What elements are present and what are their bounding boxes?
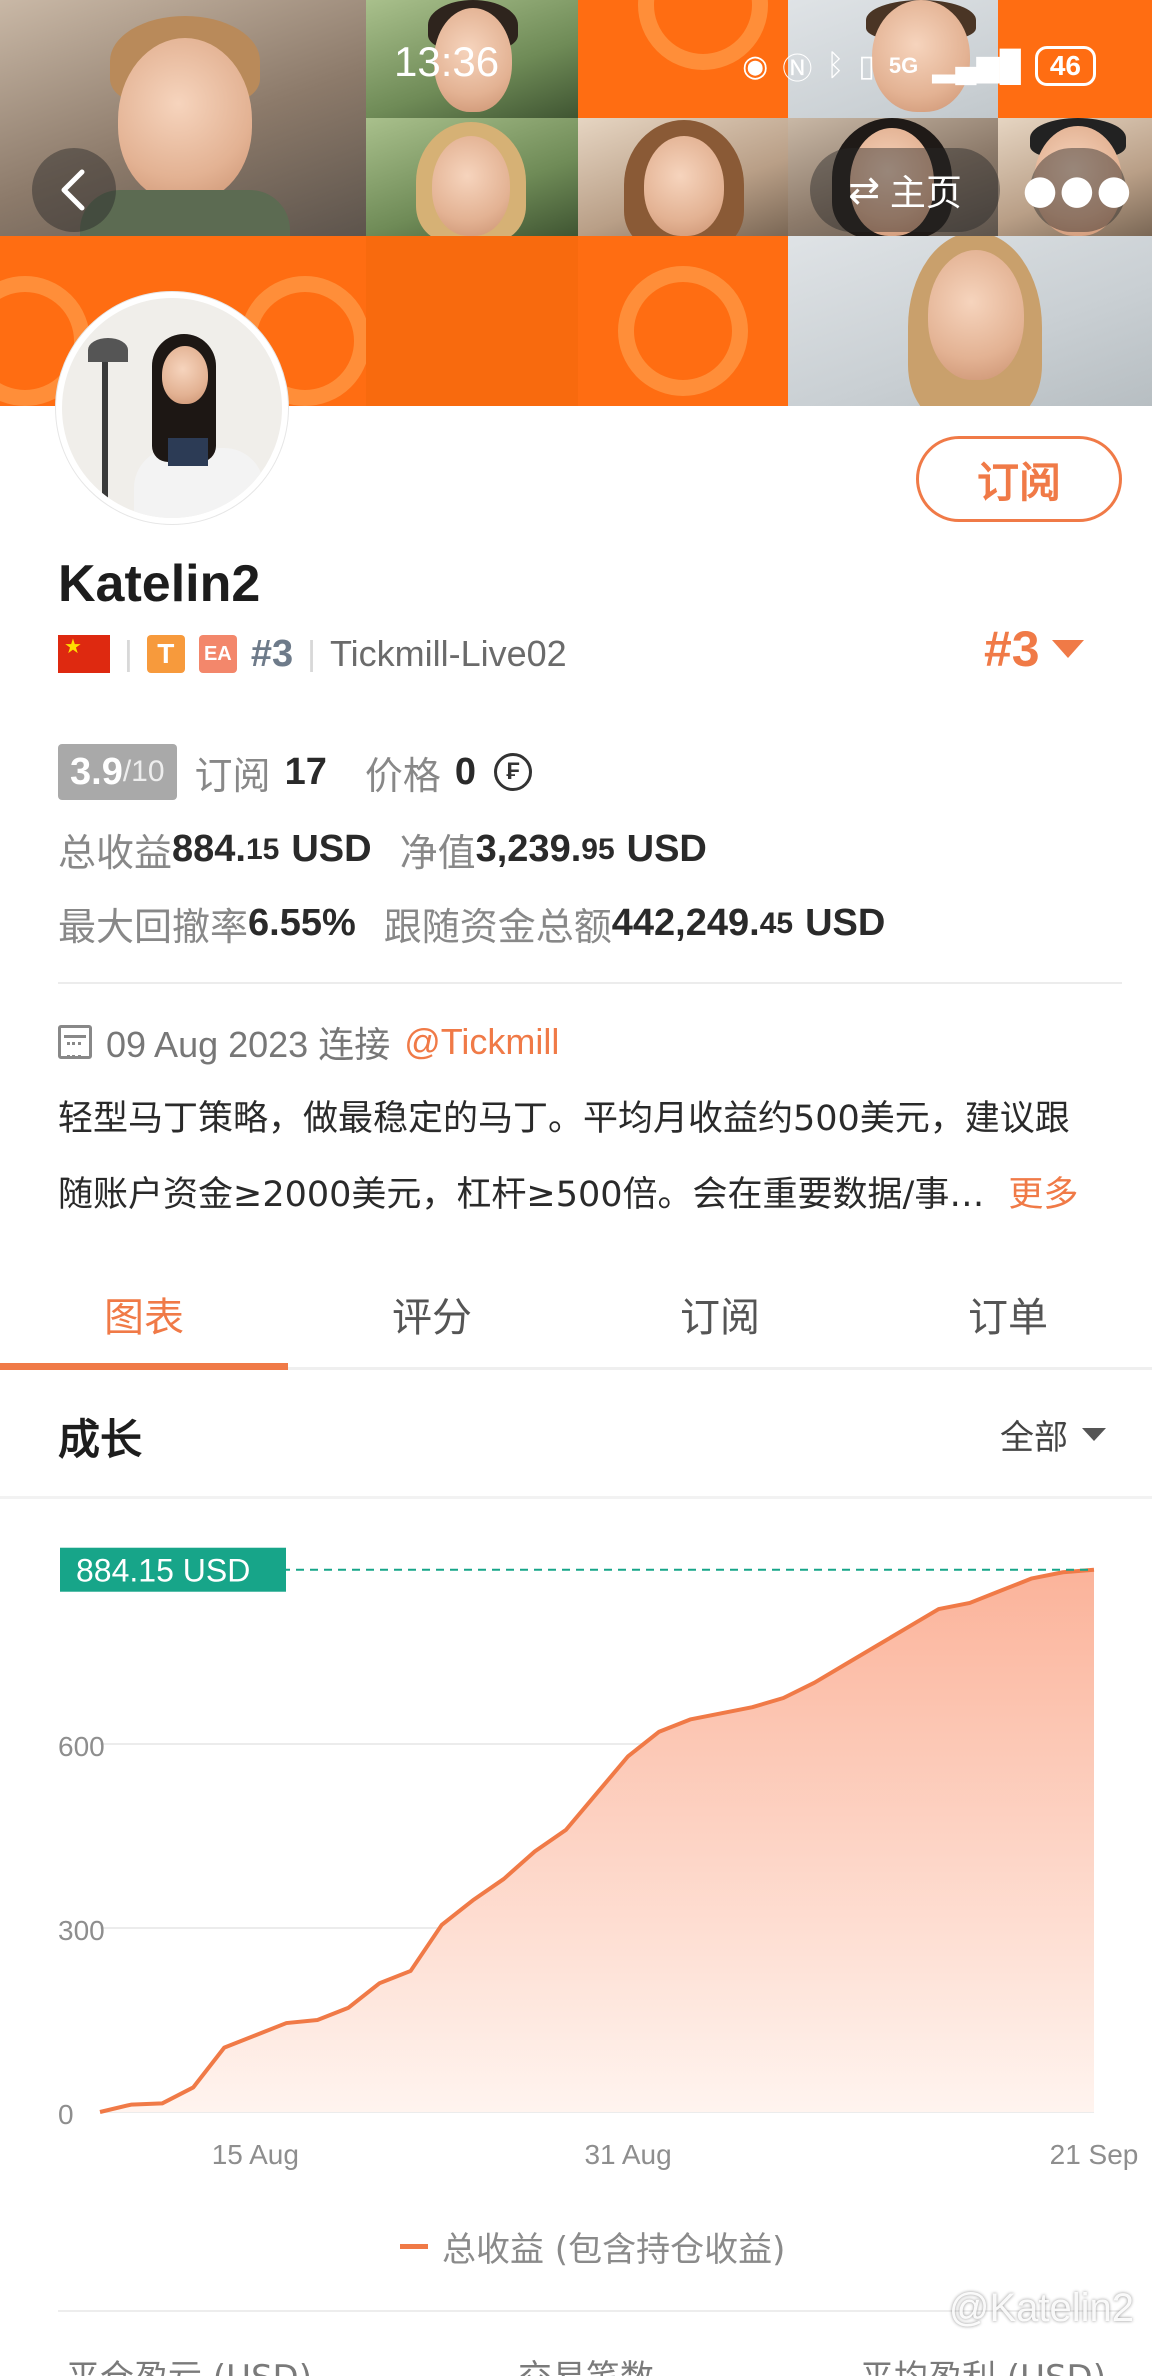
- y-tick-label: 600: [58, 1731, 105, 1762]
- profile-tags: ★ | T EA #3 | Tickmill-Live02: [58, 632, 567, 676]
- broker-name: Tickmill-Live02: [329, 633, 567, 674]
- network-label: 5G: [888, 53, 919, 78]
- price-value: 0: [454, 750, 476, 793]
- growth-chart-svg: 0 300 600 884.15 USD 15 Aug 31 Aug 21 Sep: [58, 1547, 1139, 2170]
- tag-separator: |: [307, 634, 316, 673]
- rank-big-label: #3: [984, 621, 1040, 677]
- caret-down-icon: [1082, 1428, 1106, 1441]
- more-options-button[interactable]: ●●●: [1023, 148, 1131, 232]
- chevron-left-icon: [61, 169, 85, 211]
- eye-icon: ◉: [742, 49, 769, 83]
- equity-unit: USD: [626, 828, 707, 870]
- home-button[interactable]: ⇄ 主页: [810, 148, 1000, 232]
- max-drawdown-value: 6.55%: [248, 902, 356, 944]
- area-fill: [100, 1569, 1094, 2112]
- legend-label: 总收益 (包含持仓收益): [442, 2230, 786, 2270]
- description-line-1: 轻型马丁策略，做最稳定的马丁。平均月收益约500美元，建议跟: [58, 1099, 1070, 1139]
- swap-icon: ⇄: [848, 168, 880, 212]
- range-select-label: 全部: [1000, 1418, 1068, 1458]
- section-divider: [0, 1496, 1152, 1499]
- more-link[interactable]: 更多: [1008, 1175, 1078, 1215]
- battery-icon: 46: [1034, 46, 1096, 86]
- caret-down-icon: [1051, 640, 1084, 658]
- current-value-label: 884.15 USD: [76, 1553, 250, 1589]
- follow-funds-label: 跟随资金总额: [383, 907, 612, 949]
- follow-funds-int: 442,249.: [611, 902, 760, 944]
- total-profit-dec: 15: [245, 832, 280, 866]
- total-profit-unit: USD: [291, 828, 372, 870]
- total-profit-label: 总收益: [58, 833, 173, 875]
- legend-swatch: [400, 2244, 428, 2249]
- connection-date-row: 09 Aug 2023 连接 @Tickmill: [58, 1016, 559, 1068]
- follow-funds-dec: 45: [759, 906, 794, 940]
- price-label: 价格: [364, 755, 441, 798]
- subscriptions-label: 订阅: [194, 755, 271, 798]
- score-badge: 3.9/10: [58, 744, 177, 800]
- subscribe-button[interactable]: 订阅: [916, 436, 1122, 522]
- description-text: 随账户资金≥2000美元，杠杆≥500倍。会在重要数据/事…: [58, 1175, 985, 1215]
- rank-dropdown[interactable]: #3: [984, 620, 1084, 678]
- connection-date: 09 Aug 2023 连接: [106, 1024, 391, 1065]
- y-tick-label: 300: [58, 1915, 105, 1946]
- banner-photo: [366, 118, 578, 236]
- tab-chart[interactable]: 图表: [0, 1260, 288, 1370]
- vibrate-icon: ▯: [858, 49, 875, 83]
- x-tick-label: 15 Aug: [212, 2139, 299, 2170]
- tab-rating[interactable]: 评分: [288, 1260, 576, 1367]
- nfc-icon: Ⓝ: [782, 53, 813, 86]
- status-icons: ◉ Ⓝ ᛒ ▯ 5G ▂▄▆█ 46: [742, 38, 1096, 94]
- tab-bar: 图表 评分 订阅 订单: [0, 1260, 1152, 1370]
- tag-separator: |: [124, 634, 133, 673]
- max-drawdown-label: 最大回撤率: [58, 907, 249, 949]
- equity-int: 3,239.: [475, 828, 582, 870]
- username: Katelin2: [58, 555, 261, 613]
- divider: [58, 982, 1122, 984]
- rank-label: #3: [250, 632, 294, 675]
- avg-profit-label: 平均盈利 (USD): [860, 2350, 1106, 2376]
- watermark: @Katelin2: [948, 2286, 1134, 2330]
- range-select[interactable]: 全部: [1000, 1410, 1106, 1459]
- y-tick-label: 0: [58, 2099, 74, 2130]
- coin-icon: ₣: [494, 753, 532, 791]
- follow-funds-unit: USD: [805, 902, 886, 944]
- description-line-2: 随账户资金≥2000美元，杠杆≥500倍。会在重要数据/事… 更多: [58, 1156, 1118, 1234]
- broker-link[interactable]: @Tickmill: [404, 1021, 559, 1063]
- stats-row-profit: 总收益 884. 15 USD 净值 3,239. 95 USD: [58, 822, 707, 877]
- banner-tile: [578, 236, 788, 406]
- badge-t: T: [146, 635, 185, 673]
- trade-count-label: 交易笔数: [518, 2350, 654, 2376]
- chart-legend: 总收益 (包含持仓收益): [400, 2222, 785, 2271]
- banner-tile: [366, 236, 578, 406]
- score-max: /10: [122, 755, 165, 788]
- stats-row-drawdown: 最大回撤率 6.55% 跟随资金总额 442,249. 45 USD: [58, 896, 885, 951]
- badge-ea: EA: [198, 635, 237, 673]
- equity-label: 净值: [399, 833, 476, 875]
- signal-icon: ▂▄▆█: [932, 49, 1021, 83]
- calendar-icon: [58, 1025, 92, 1059]
- total-profit-int: 884.: [172, 828, 246, 870]
- home-button-label: 主页: [889, 173, 962, 214]
- tab-subscription[interactable]: 订阅: [576, 1260, 864, 1367]
- banner-photo: [578, 118, 788, 236]
- china-flag-icon: ★: [58, 635, 110, 673]
- growth-chart[interactable]: 0 300 600 884.15 USD 15 Aug 31 Aug 21 Sep: [0, 1500, 1152, 2320]
- tab-orders[interactable]: 订单: [864, 1260, 1152, 1367]
- score-value: 3.9: [70, 750, 123, 793]
- banner-photo: [788, 236, 1152, 406]
- growth-title: 成长: [58, 1415, 143, 1464]
- closed-pl-label: 平仓盈亏 (USD): [66, 2350, 312, 2376]
- bottom-stats: 平仓盈亏 (USD) 交易笔数 平均盈利 (USD): [66, 2350, 1106, 2376]
- more-dots-icon: ●●●: [1022, 167, 1134, 213]
- bluetooth-icon: ᛒ: [826, 49, 845, 82]
- equity-dec: 95: [581, 832, 615, 866]
- x-tick-label: 31 Aug: [584, 2139, 671, 2170]
- subscriptions-value: 17: [284, 750, 327, 793]
- x-tick-label: 21 Sep: [1050, 2139, 1139, 2170]
- status-time: 13:36: [394, 38, 500, 85]
- avatar[interactable]: [56, 292, 288, 524]
- stats-row-score: 3.9/10 订阅 17 价格 0 ₣: [58, 744, 532, 800]
- back-button[interactable]: [32, 148, 116, 232]
